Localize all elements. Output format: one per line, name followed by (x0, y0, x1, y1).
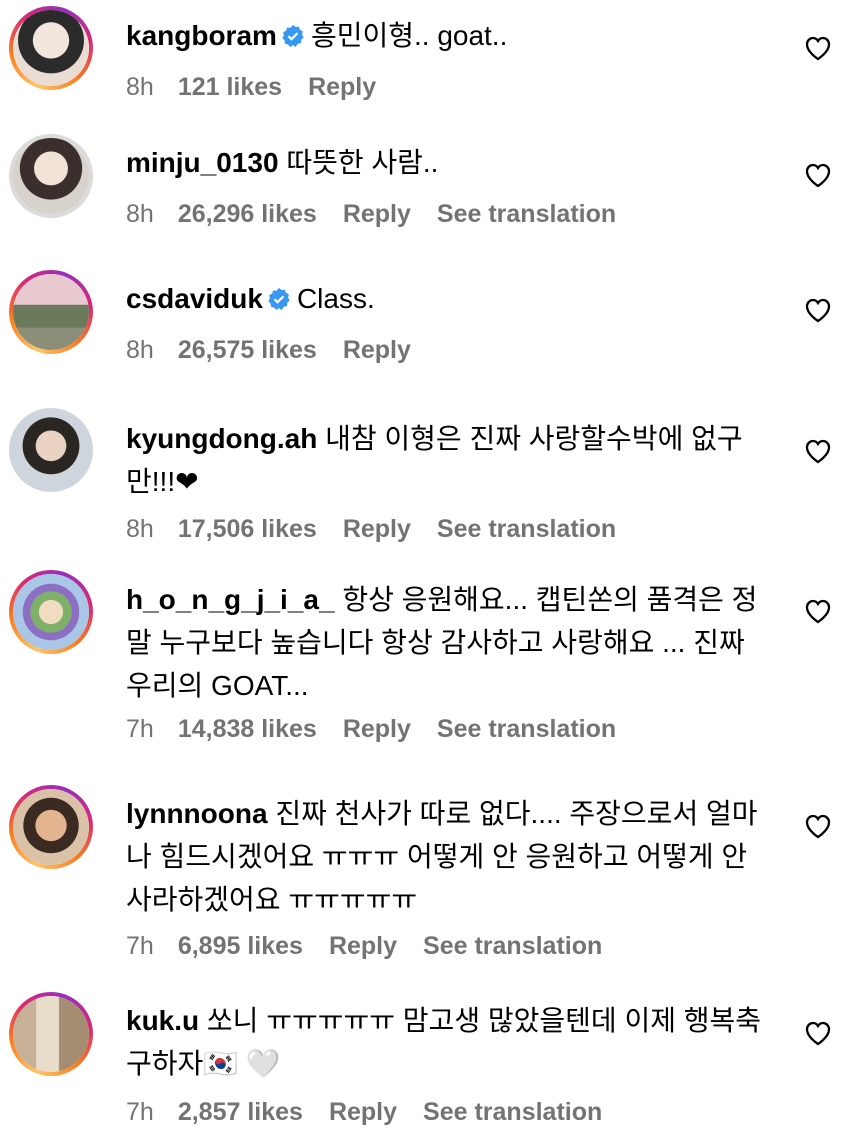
comment-username[interactable]: minju_0130 (126, 147, 279, 178)
comment-username[interactable]: kuk.u (126, 1005, 199, 1036)
likes-count[interactable]: 121 likes (178, 73, 282, 101)
avatar[interactable] (9, 134, 93, 218)
verified-badge-icon (268, 288, 290, 310)
comment-username[interactable]: lynnnoona (126, 798, 268, 829)
reply-button[interactable]: Reply (308, 73, 376, 101)
comment-text: 흥민이형.. goat.. (310, 20, 508, 51)
comment-meta: 7h 6,895 likes Reply See translation (126, 932, 628, 961)
avatar[interactable] (9, 785, 93, 869)
reply-button[interactable]: Reply (329, 1098, 397, 1126)
avatar[interactable] (9, 270, 93, 354)
reply-button[interactable]: Reply (343, 515, 411, 543)
like-heart-icon[interactable] (804, 35, 832, 61)
reply-button[interactable]: Reply (343, 200, 411, 228)
likes-count[interactable]: 26,575 likes (178, 336, 317, 364)
likes-count[interactable]: 14,838 likes (178, 715, 317, 743)
likes-count[interactable]: 17,506 likes (178, 515, 317, 543)
comment-time: 8h (126, 73, 154, 101)
reply-button[interactable]: Reply (329, 932, 397, 960)
comment-time: 7h (126, 1098, 154, 1126)
comment-meta: 8h 17,506 likes Reply See translation (126, 515, 642, 544)
comment-username[interactable]: csdaviduk (126, 283, 263, 314)
comment-username[interactable]: kyungdong.ah (126, 423, 317, 454)
comment-time: 8h (126, 336, 154, 364)
like-heart-icon[interactable] (804, 297, 832, 323)
likes-count[interactable]: 6,895 likes (178, 932, 303, 960)
reply-button[interactable]: Reply (343, 336, 411, 364)
likes-count[interactable]: 26,296 likes (178, 200, 317, 228)
comment-time: 8h (126, 200, 154, 228)
see-translation-button[interactable]: See translation (423, 932, 602, 960)
comment-meta: 8h 26,575 likes Reply (126, 336, 437, 365)
avatar[interactable] (9, 570, 93, 654)
comment-username[interactable]: kangboram (126, 20, 277, 51)
like-heart-icon[interactable] (804, 813, 832, 839)
comment-meta: 8h 121 likes Reply (126, 73, 402, 102)
comment-meta: 8h 26,296 likes Reply See translation (126, 200, 642, 229)
see-translation-button[interactable]: See translation (437, 200, 616, 228)
comment-text: 쏘니 ㅠㅠㅠㅠㅠ 맘고생 많았을텐데 이제 행복축구하자🇰🇷 🤍 (126, 1005, 762, 1079)
avatar[interactable] (9, 992, 93, 1076)
comment-meta: 7h 14,838 likes Reply See translation (126, 715, 642, 744)
see-translation-button[interactable]: See translation (437, 515, 616, 543)
comment-time: 8h (126, 515, 154, 543)
comment-meta: 7h 2,857 likes Reply See translation (126, 1098, 628, 1127)
like-heart-icon[interactable] (804, 1020, 832, 1046)
see-translation-button[interactable]: See translation (437, 715, 616, 743)
avatar[interactable] (9, 408, 93, 492)
see-translation-button[interactable]: See translation (423, 1098, 602, 1126)
comment-text: Class. (296, 283, 375, 314)
avatar[interactable] (9, 6, 93, 90)
like-heart-icon[interactable] (804, 438, 832, 464)
likes-count[interactable]: 2,857 likes (178, 1098, 303, 1126)
comment-username[interactable]: h_o_n_g_j_i_a_ (126, 584, 335, 615)
comment-text: 따뜻한 사람.. (286, 147, 439, 178)
like-heart-icon[interactable] (804, 162, 832, 188)
comment-time: 7h (126, 932, 154, 960)
like-heart-icon[interactable] (804, 598, 832, 624)
verified-badge-icon (282, 25, 304, 47)
reply-button[interactable]: Reply (343, 715, 411, 743)
comment-time: 7h (126, 715, 154, 743)
